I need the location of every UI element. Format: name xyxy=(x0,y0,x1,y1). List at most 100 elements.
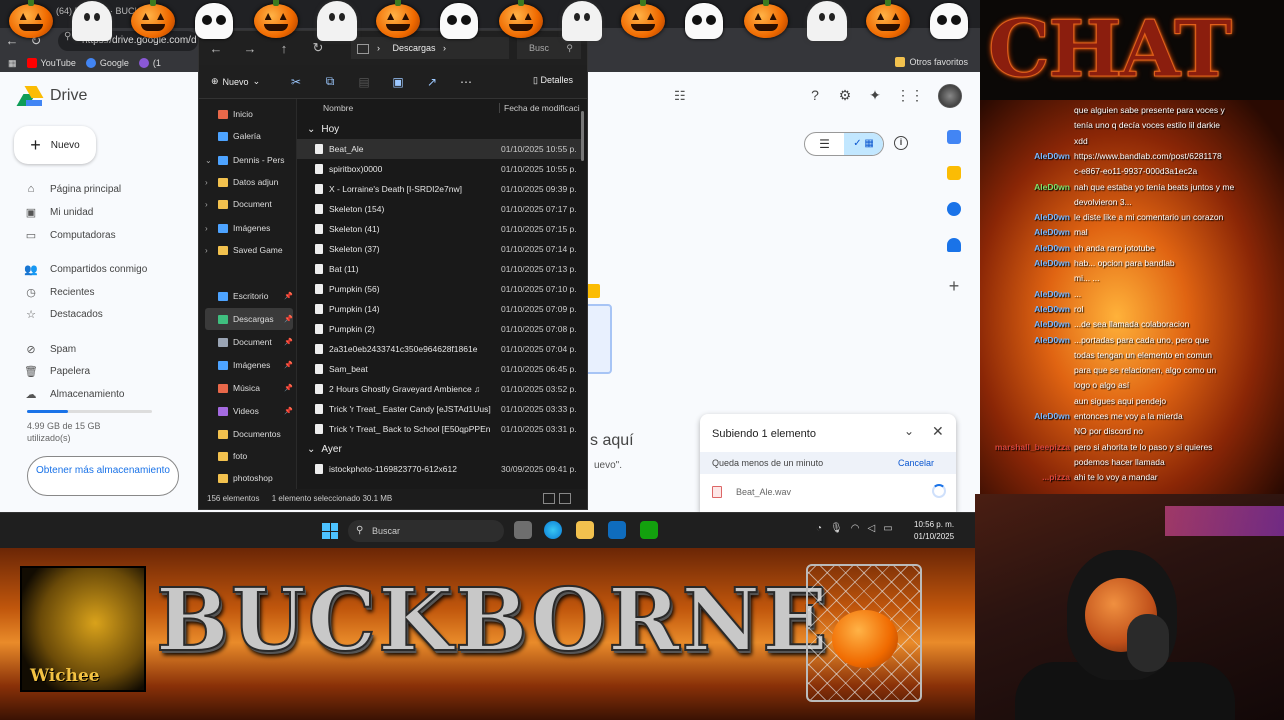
pin-icon[interactable]: 📌 xyxy=(284,292,293,300)
sidebar-item-recent[interactable]: ◷ Recientes xyxy=(24,283,94,301)
mic-icon[interactable]: 🎙 xyxy=(830,523,843,534)
nav-item[interactable]: Documentos xyxy=(205,423,293,445)
grid-view-icon[interactable]: ✓ ▦ xyxy=(844,133,883,155)
back-icon[interactable]: ← xyxy=(199,41,233,56)
tasks-icon[interactable] xyxy=(947,202,961,216)
details-pane-button[interactable]: ▯ Detalles xyxy=(533,75,573,86)
drive-logo[interactable]: Drive xyxy=(16,86,87,106)
get-more-storage-button[interactable]: Obtener más almacenamiento xyxy=(27,456,179,496)
chevron-icon[interactable]: › xyxy=(205,200,213,209)
edge-icon[interactable] xyxy=(544,521,562,539)
calendar-icon[interactable] xyxy=(947,130,961,144)
sidebar-item-trash[interactable]: 🗑 Papelera xyxy=(24,362,90,380)
chevron-icon[interactable]: ⌄ xyxy=(205,156,213,165)
list-view-icon[interactable]: ☰ xyxy=(805,133,844,155)
sidebar-item-spam[interactable]: ⊘ Spam xyxy=(24,340,76,358)
file-row[interactable]: Trick 'r Treat_ Easter Candy [eJSTAd1Uus… xyxy=(297,399,581,419)
back-icon[interactable]: ← xyxy=(0,31,24,51)
upload-cancel-button[interactable]: Cancelar xyxy=(898,458,934,468)
group-header-yesterday[interactable]: ⌄ Ayer xyxy=(307,444,342,455)
network-icon[interactable]: ◔ xyxy=(816,523,822,534)
contacts-icon[interactable] xyxy=(947,238,961,252)
close-icon[interactable]: ✕ xyxy=(932,423,944,440)
apps-grid-icon[interactable]: ⋮⋮ xyxy=(896,86,924,104)
pin-icon[interactable]: 📌 xyxy=(284,315,293,323)
file-row[interactable]: spiritbox)0000 01/10/2025 10:55 p. xyxy=(297,159,581,179)
refresh-icon[interactable]: ↻ xyxy=(301,40,335,56)
browser-tab-title[interactable]: (64) BUT... V · BUCK xyxy=(56,6,141,16)
file-row[interactable]: Pumpkin (56) 01/10/2025 07:10 p. xyxy=(297,279,581,299)
file-row[interactable]: Skeleton (154) 01/10/2025 07:17 p. xyxy=(297,199,581,219)
reload-icon[interactable]: ↻ xyxy=(24,31,48,51)
explorer-path-bar[interactable]: › Descargas › xyxy=(351,37,509,59)
column-name-header[interactable]: Nombre xyxy=(323,103,353,113)
taskbar-search[interactable]: ⚲ Buscar xyxy=(348,520,504,542)
nav-item[interactable]: › Saved Game xyxy=(205,239,293,261)
forward-icon[interactable]: → xyxy=(233,41,267,56)
address-bar[interactable]: https://drive.google.com/d xyxy=(58,31,198,51)
copy-icon[interactable]: ⧉ xyxy=(313,74,347,89)
tiles-view-icon[interactable] xyxy=(559,493,571,504)
sidebar-item-computers[interactable]: ▭ Computadoras xyxy=(24,226,116,244)
nav-item[interactable]: photoshop xyxy=(205,467,293,489)
site-info-icon[interactable]: ⚲ xyxy=(64,31,71,42)
sidebar-item-my-drive[interactable]: ▣ Mi unidad xyxy=(24,203,94,221)
store-icon[interactable] xyxy=(608,521,626,539)
nav-item[interactable]: Galería xyxy=(205,125,293,147)
pin-icon[interactable]: 📌 xyxy=(284,407,293,415)
cut-icon[interactable]: ✂ xyxy=(279,75,313,89)
sidebar-item-shared[interactable]: 👥 Compartidos conmigo xyxy=(24,260,147,278)
avatar[interactable] xyxy=(938,84,962,108)
file-row[interactable]: Beat_Ale 01/10/2025 10:55 p. xyxy=(297,139,581,159)
column-date-header[interactable]: Fecha de modificaci xyxy=(499,103,580,113)
file-row[interactable]: Pumpkin (14) 01/10/2025 07:09 p. xyxy=(297,299,581,319)
file-row[interactable]: Trick 'r Treat_ Back to School [E50qpPPE… xyxy=(297,419,581,439)
rename-icon[interactable]: ▣ xyxy=(381,75,415,89)
chevron-icon[interactable]: › xyxy=(205,224,213,233)
info-icon[interactable]: i xyxy=(894,136,908,150)
sidebar-item-storage[interactable]: ☁ Almacenamiento xyxy=(24,385,125,403)
search-options-icon[interactable]: ☷ xyxy=(674,88,686,104)
task-view-icon[interactable] xyxy=(514,521,532,539)
nav-item[interactable]: Escritorio 📌 xyxy=(205,285,293,307)
file-row[interactable]: Bat (11) 01/10/2025 07:13 p. xyxy=(297,259,581,279)
add-app-icon[interactable]: + xyxy=(942,276,966,297)
group-header-today[interactable]: ⌄ Hoy xyxy=(307,124,339,135)
chevron-down-icon[interactable]: ⌄ xyxy=(904,424,914,438)
bookmark-youtube[interactable]: YouTube xyxy=(26,58,76,68)
nav-item[interactable]: Descargas 📌 xyxy=(205,308,293,330)
pin-icon[interactable]: 📌 xyxy=(284,361,293,369)
new-menu-button[interactable]: ⊕ Nuevo ⌄ xyxy=(211,76,279,87)
file-row[interactable]: Pumpkin (2) 01/10/2025 07:08 p. xyxy=(297,319,581,339)
file-explorer-icon[interactable] xyxy=(576,521,594,539)
help-icon[interactable]: ? xyxy=(806,86,824,104)
app-icon[interactable] xyxy=(640,521,658,539)
gear-icon[interactable]: ⚙ xyxy=(836,86,854,104)
file-row[interactable]: 2 Hours Ghostly Graveyard Ambience ♫ 01/1… xyxy=(297,379,581,399)
nav-item[interactable]: › Imágenes xyxy=(205,217,293,239)
explorer-search[interactable]: Busc ⚲ xyxy=(517,37,581,59)
wifi-icon[interactable]: ◠ xyxy=(851,523,860,534)
nav-item[interactable]: Videos 📌 xyxy=(205,400,293,422)
bookmark-other[interactable]: (1 xyxy=(138,58,161,68)
pin-icon[interactable]: 📌 xyxy=(284,384,293,392)
chevron-icon[interactable]: › xyxy=(205,178,213,187)
sidebar-item-starred[interactable]: ☆ Destacados xyxy=(24,305,103,323)
up-icon[interactable]: ↑ xyxy=(267,41,301,56)
taskbar-clock[interactable]: 10:56 p. m. 01/10/2025 xyxy=(914,519,954,543)
nav-item[interactable]: › Document xyxy=(205,193,293,215)
nav-item[interactable]: ⌄ Dennis - Pers xyxy=(205,149,293,171)
nav-item[interactable]: Document 📌 xyxy=(205,331,293,353)
explorer-scrollbar[interactable] xyxy=(581,111,584,161)
file-row[interactable]: Skeleton (37) 01/10/2025 07:14 p. xyxy=(297,239,581,259)
more-icon[interactable]: ⋯ xyxy=(449,75,483,89)
chevron-icon[interactable]: › xyxy=(205,246,213,255)
share-icon[interactable]: ↗ xyxy=(415,75,449,89)
volume-icon[interactable]: ◁ xyxy=(867,523,875,534)
battery-icon[interactable]: ▭ xyxy=(883,523,892,534)
paste-icon[interactable]: ▤ xyxy=(347,75,381,89)
nav-item[interactable]: foto xyxy=(205,445,293,467)
keep-icon[interactable] xyxy=(947,166,961,180)
gemini-icon[interactable]: ✦ xyxy=(866,86,884,104)
file-row[interactable]: Skeleton (41) 01/10/2025 07:15 p. xyxy=(297,219,581,239)
